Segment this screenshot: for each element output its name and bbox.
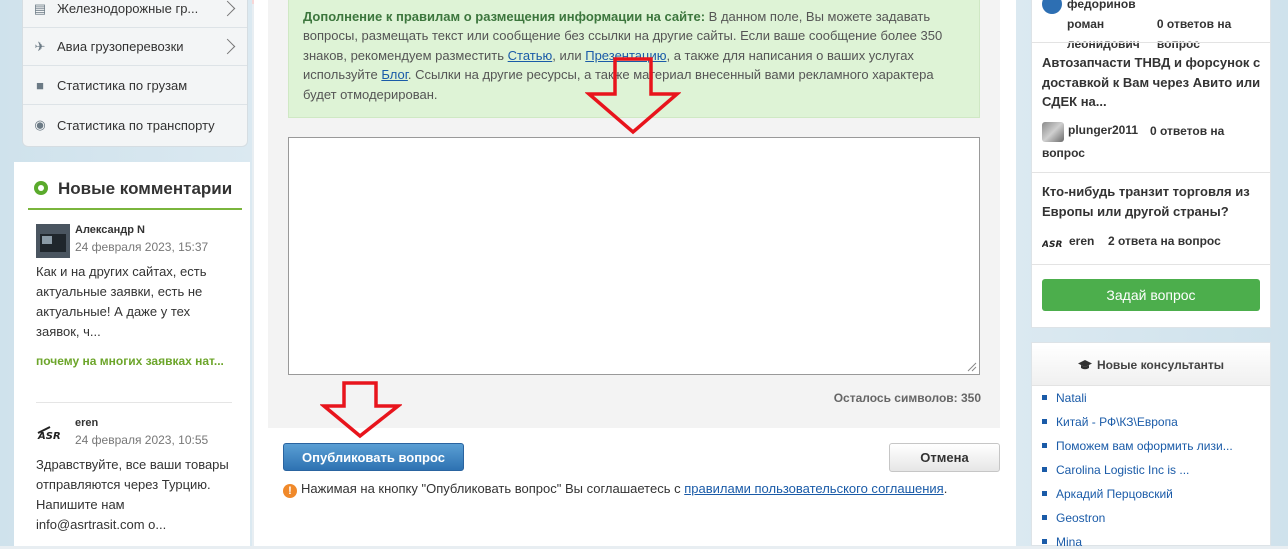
question-textarea[interactable]	[288, 137, 980, 375]
consultant-name[interactable]: Mina	[1056, 535, 1082, 549]
bullet-icon	[1042, 395, 1047, 400]
comments-title: Новые комментарии	[58, 179, 233, 198]
chevron-right-icon	[219, 38, 236, 55]
category-menu: ▤ Железнодорожные гр... ✈ Авиа грузопере…	[22, 0, 248, 147]
consultant-name[interactable]: Carolina Logistic Inc is ...	[1056, 463, 1189, 477]
consultant-link[interactable]: Китай - РФ\КЗ\Европа	[1042, 415, 1262, 429]
menu-item-label: Статистика по транспорту	[57, 117, 215, 133]
consultant-link[interactable]: Поможем вам оформить лизи...	[1042, 439, 1262, 453]
asr-logo-avatar[interactable]: ASR	[1042, 235, 1066, 249]
radio-bullet-icon	[34, 181, 48, 195]
divider	[1032, 42, 1270, 43]
comment-question-link[interactable]: почему на многих заявках нат...	[36, 352, 226, 370]
blog-link[interactable]: Блог	[381, 67, 408, 82]
avatar[interactable]	[1042, 0, 1062, 14]
comment-text: Здравствуйте, все ваши товары отправляют…	[36, 457, 229, 532]
cancel-button[interactable]: Отмена	[889, 443, 1000, 472]
agreement-end: .	[943, 481, 948, 496]
warning-icon: !	[283, 484, 297, 498]
menu-item-cargo-stats[interactable]: ■ Статистика по грузам	[23, 67, 247, 105]
question-item: Кто-нибудь транзит торговля из Европы ил…	[1042, 182, 1264, 255]
bullet-icon	[1042, 539, 1047, 544]
consultant-name[interactable]: Китай - РФ\КЗ\Европа	[1056, 415, 1178, 429]
question-author[interactable]: федоринов роман леонидович	[1067, 0, 1147, 54]
chevron-right-icon	[219, 0, 236, 17]
transport-icon: ◉	[34, 117, 46, 132]
down-arrow-annotation-icon	[585, 57, 681, 135]
consultant-link[interactable]: Carolina Logistic Inc is ...	[1042, 463, 1262, 477]
consultant-link[interactable]: Natali	[1042, 391, 1262, 405]
new-comments-panel: Новые комментарии Александр N 24 февраля…	[14, 162, 250, 546]
consultant-name[interactable]: Поможем вам оформить лизи...	[1056, 439, 1233, 453]
question-answers: 0 ответов на вопрос	[1042, 123, 1225, 160]
user-agreement-link[interactable]: правилами пользовательского соглашения	[684, 481, 944, 496]
menu-item-rail[interactable]: ▤ Железнодорожные гр...	[23, 0, 247, 28]
ask-question-button[interactable]: Задай вопрос	[1042, 279, 1260, 311]
article-link[interactable]: Статью	[508, 48, 553, 63]
bullet-icon	[1042, 419, 1047, 424]
comment-date: 24 февраля 2023, 15:37	[75, 240, 209, 254]
bullet-icon	[1042, 491, 1047, 496]
question-author[interactable]: eren	[1069, 231, 1094, 251]
question-title[interactable]: Автозапчасти ТНВД и форсунок с доставкой…	[1042, 53, 1264, 112]
question-title[interactable]: Кто-нибудь транзит торговля из Европы ил…	[1042, 182, 1264, 221]
left-sidebar: ▤ Железнодорожные гр... ✈ Авиа грузопере…	[0, 0, 252, 546]
comment-text: Как и на других сайтах, есть актуальные …	[36, 264, 207, 339]
menu-item-air[interactable]: ✈ Авиа грузоперевозки	[23, 28, 247, 66]
agreement-note: ! Нажимая на кнопку "Опубликовать вопрос"…	[283, 481, 1003, 498]
train-icon: ▤	[33, 0, 47, 16]
question-item: Автозапчасти ТНВД и форсунок с доставкой…	[1042, 53, 1264, 160]
box-icon: ■	[36, 78, 44, 93]
consultant-name[interactable]: Natali	[1056, 391, 1087, 405]
asr-logo-avatar[interactable]: ASR	[36, 417, 70, 451]
consultant-link[interactable]: Mina	[1042, 535, 1262, 549]
notice-text: , или	[552, 47, 586, 63]
comment-author[interactable]: eren	[75, 417, 98, 429]
remaining-characters: Осталось символов: 350	[833, 391, 981, 405]
agreement-text: Нажимая на кнопку "Опубликовать вопрос" …	[301, 481, 685, 496]
consultant-name[interactable]: Аркадий Перцовский	[1056, 487, 1173, 501]
graduation-cap-icon	[1077, 360, 1092, 370]
title-underline	[28, 208, 242, 210]
question-answers: 2 ответа на вопрос	[1108, 234, 1221, 248]
menu-item-transport-stats[interactable]: ◉ Статистика по транспорту	[23, 106, 247, 144]
menu-item-label: Статистика по грузам	[57, 78, 188, 93]
consultant-link[interactable]: Geostron	[1042, 511, 1262, 525]
comment-author[interactable]: Александр N	[75, 224, 145, 236]
resize-handle-icon[interactable]	[965, 360, 977, 372]
notice-heading: Дополнение к правилам о размещения инфор…	[303, 9, 706, 24]
divider	[1032, 264, 1270, 265]
bullet-icon	[1042, 515, 1047, 520]
consultant-name[interactable]: Geostron	[1056, 511, 1105, 525]
comment-date: 24 февраля 2023, 10:55	[75, 433, 209, 447]
consultants-title: Новые консультанты	[1096, 358, 1225, 372]
divider	[36, 402, 232, 403]
menu-item-label: Железнодорожные гр...	[57, 1, 199, 16]
question-item: федоринов роман леонидович 0 ответов на …	[1042, 0, 1264, 54]
menu-item-label: Авиа грузоперевозки	[57, 39, 184, 54]
plane-icon: ✈	[34, 38, 46, 54]
divider	[1032, 172, 1270, 173]
bullet-icon	[1042, 443, 1047, 448]
publish-question-button[interactable]: Опубликовать вопрос	[283, 443, 464, 471]
svg-text:ASR: ASR	[1042, 240, 1062, 249]
avatar[interactable]	[36, 224, 70, 258]
question-answers: 0 ответов на вопрос	[1156, 17, 1232, 51]
consultants-header: Новые консультанты	[1032, 345, 1270, 386]
down-arrow-annotation-icon	[320, 381, 402, 439]
consultant-link[interactable]: Аркадий Перцовский	[1042, 487, 1262, 501]
bullet-icon	[1042, 467, 1047, 472]
